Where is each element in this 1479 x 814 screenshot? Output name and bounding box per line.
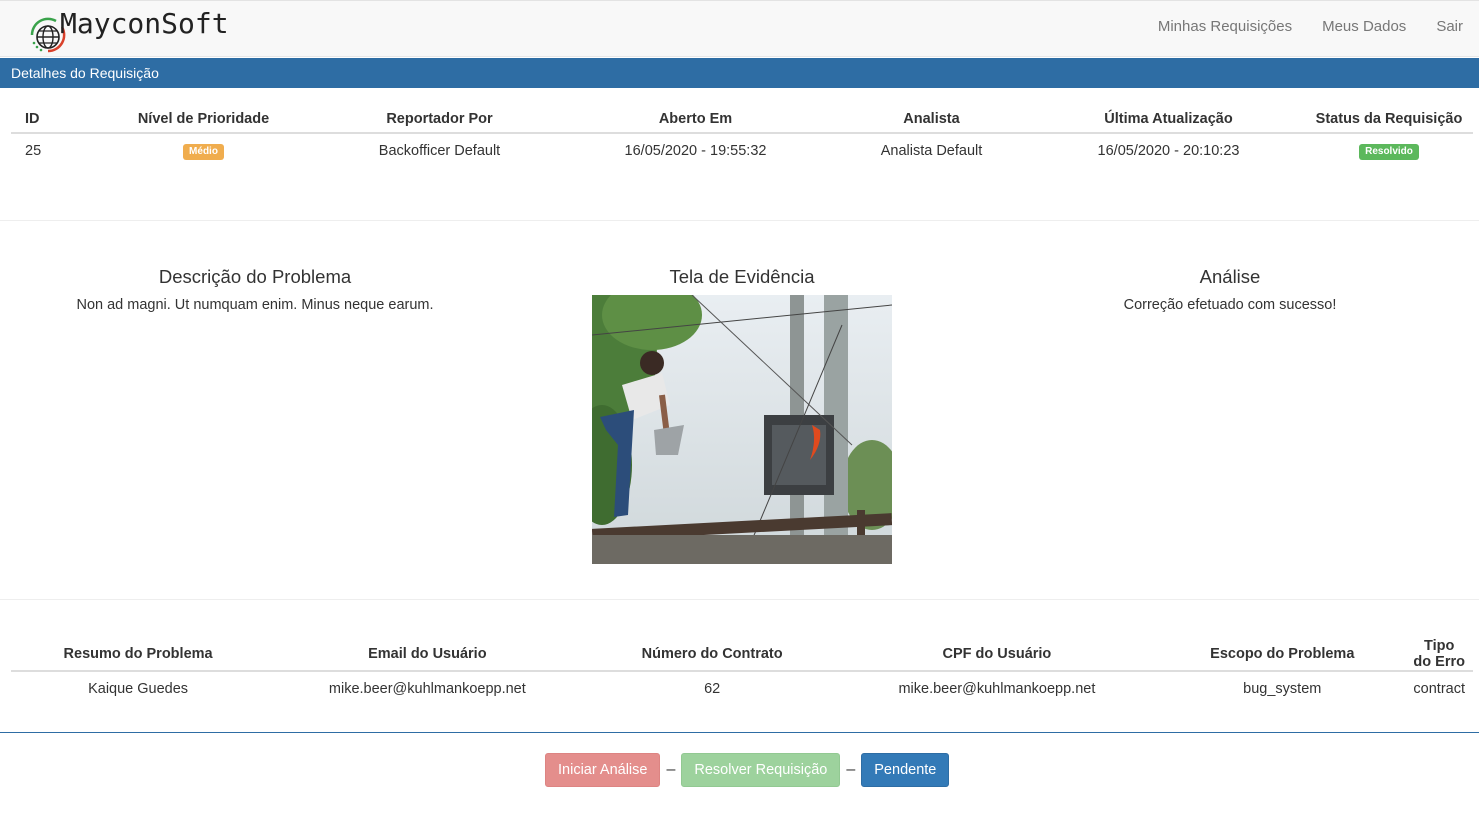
evidence-title: Tela de Evidência xyxy=(669,266,815,287)
evidence-photo xyxy=(592,295,892,564)
brand-name: MayconSoft xyxy=(60,7,229,40)
user-cpf: mike.beer@kuhlmankoepp.net xyxy=(898,681,1096,697)
analysis-text: Correção efetuado com sucesso! xyxy=(1123,297,1337,313)
separator: – xyxy=(846,761,856,778)
nav-link-meus-dados[interactable]: Meus Dados xyxy=(1322,18,1406,35)
priority-badge: Médio xyxy=(183,144,224,160)
nav-link-sair[interactable]: Sair xyxy=(1436,18,1463,35)
details-table: Resumo do Problema Email do Usuário Núme… xyxy=(11,638,1473,706)
column-header: Escopo do Problema xyxy=(1159,638,1406,672)
separator: – xyxy=(666,761,676,778)
evidence-image[interactable] xyxy=(592,295,892,564)
analyst: Analista Default xyxy=(880,143,983,159)
error-type: contract xyxy=(1413,681,1465,697)
request-id: 25 xyxy=(25,143,42,159)
table-header-row: ID Nível de Prioridade Reportador Por Ab… xyxy=(11,106,1473,134)
description-text: Non ad magni. Ut numquam enim. Minus neq… xyxy=(76,297,434,313)
action-bar: Iniciar Análise – Resolver Requisição – … xyxy=(545,753,950,787)
column-header: Reportador Por xyxy=(319,106,560,134)
column-header: Nível de Prioridade xyxy=(88,106,319,134)
user-email: mike.beer@kuhlmankoepp.net xyxy=(328,681,526,697)
nav-link-minhas-requisicoes[interactable]: Minhas Requisições xyxy=(1158,18,1292,35)
resolve-request-button[interactable]: Resolver Requisição xyxy=(681,753,841,787)
navbar: MayconSoft Minhas Requisições Meus Dados… xyxy=(0,0,1479,57)
status-badge: Resolvido xyxy=(1359,144,1419,160)
pending-button[interactable]: Pendente xyxy=(861,753,950,787)
priority-cell: Médio xyxy=(88,133,319,168)
column-header: Última Atualização xyxy=(1032,106,1305,134)
column-header: Tipo do Erro xyxy=(1405,638,1473,672)
status-cell: Resolvido xyxy=(1305,133,1473,168)
divider-blue xyxy=(0,732,1479,733)
problem-scope: bug_system xyxy=(1243,681,1322,697)
analysis-title: Análise xyxy=(1199,266,1261,287)
column-header: Status da Requisição xyxy=(1305,106,1473,134)
column-header: Aberto Em xyxy=(560,106,831,134)
column-header: CPF do Usuário xyxy=(834,638,1160,672)
divider xyxy=(0,599,1479,600)
table-header-row: Resumo do Problema Email do Usuário Núme… xyxy=(11,638,1473,672)
column-header: Analista xyxy=(831,106,1032,134)
contract-number: 62 xyxy=(704,681,721,697)
request-table: ID Nível de Prioridade Reportador Por Ab… xyxy=(11,106,1473,168)
nav-links: Minhas Requisições Meus Dados Sair xyxy=(1128,18,1463,35)
brand[interactable]: MayconSoft xyxy=(26,7,229,55)
column-header: Resumo do Problema xyxy=(11,638,266,672)
panel-heading: Detalhes do Requisição xyxy=(0,58,1479,88)
reporter: Backofficer Default xyxy=(378,143,501,159)
description-title: Descrição do Problema xyxy=(158,266,352,287)
column-header: Número do Contrato xyxy=(589,638,835,672)
column-header: Email do Usuário xyxy=(265,638,590,672)
table-row: Kaique Guedes mike.beer@kuhlmankoepp.net… xyxy=(11,671,1473,706)
column-header: ID xyxy=(11,106,88,134)
problem-summary: Kaique Guedes xyxy=(88,681,189,697)
start-analysis-button[interactable]: Iniciar Análise xyxy=(545,753,661,787)
divider xyxy=(0,220,1479,221)
opened-at: 16/05/2020 - 19:55:32 xyxy=(624,143,767,159)
updated-at: 16/05/2020 - 20:10:23 xyxy=(1097,143,1240,159)
table-row: 25 Médio Backofficer Default 16/05/2020 … xyxy=(11,133,1473,168)
